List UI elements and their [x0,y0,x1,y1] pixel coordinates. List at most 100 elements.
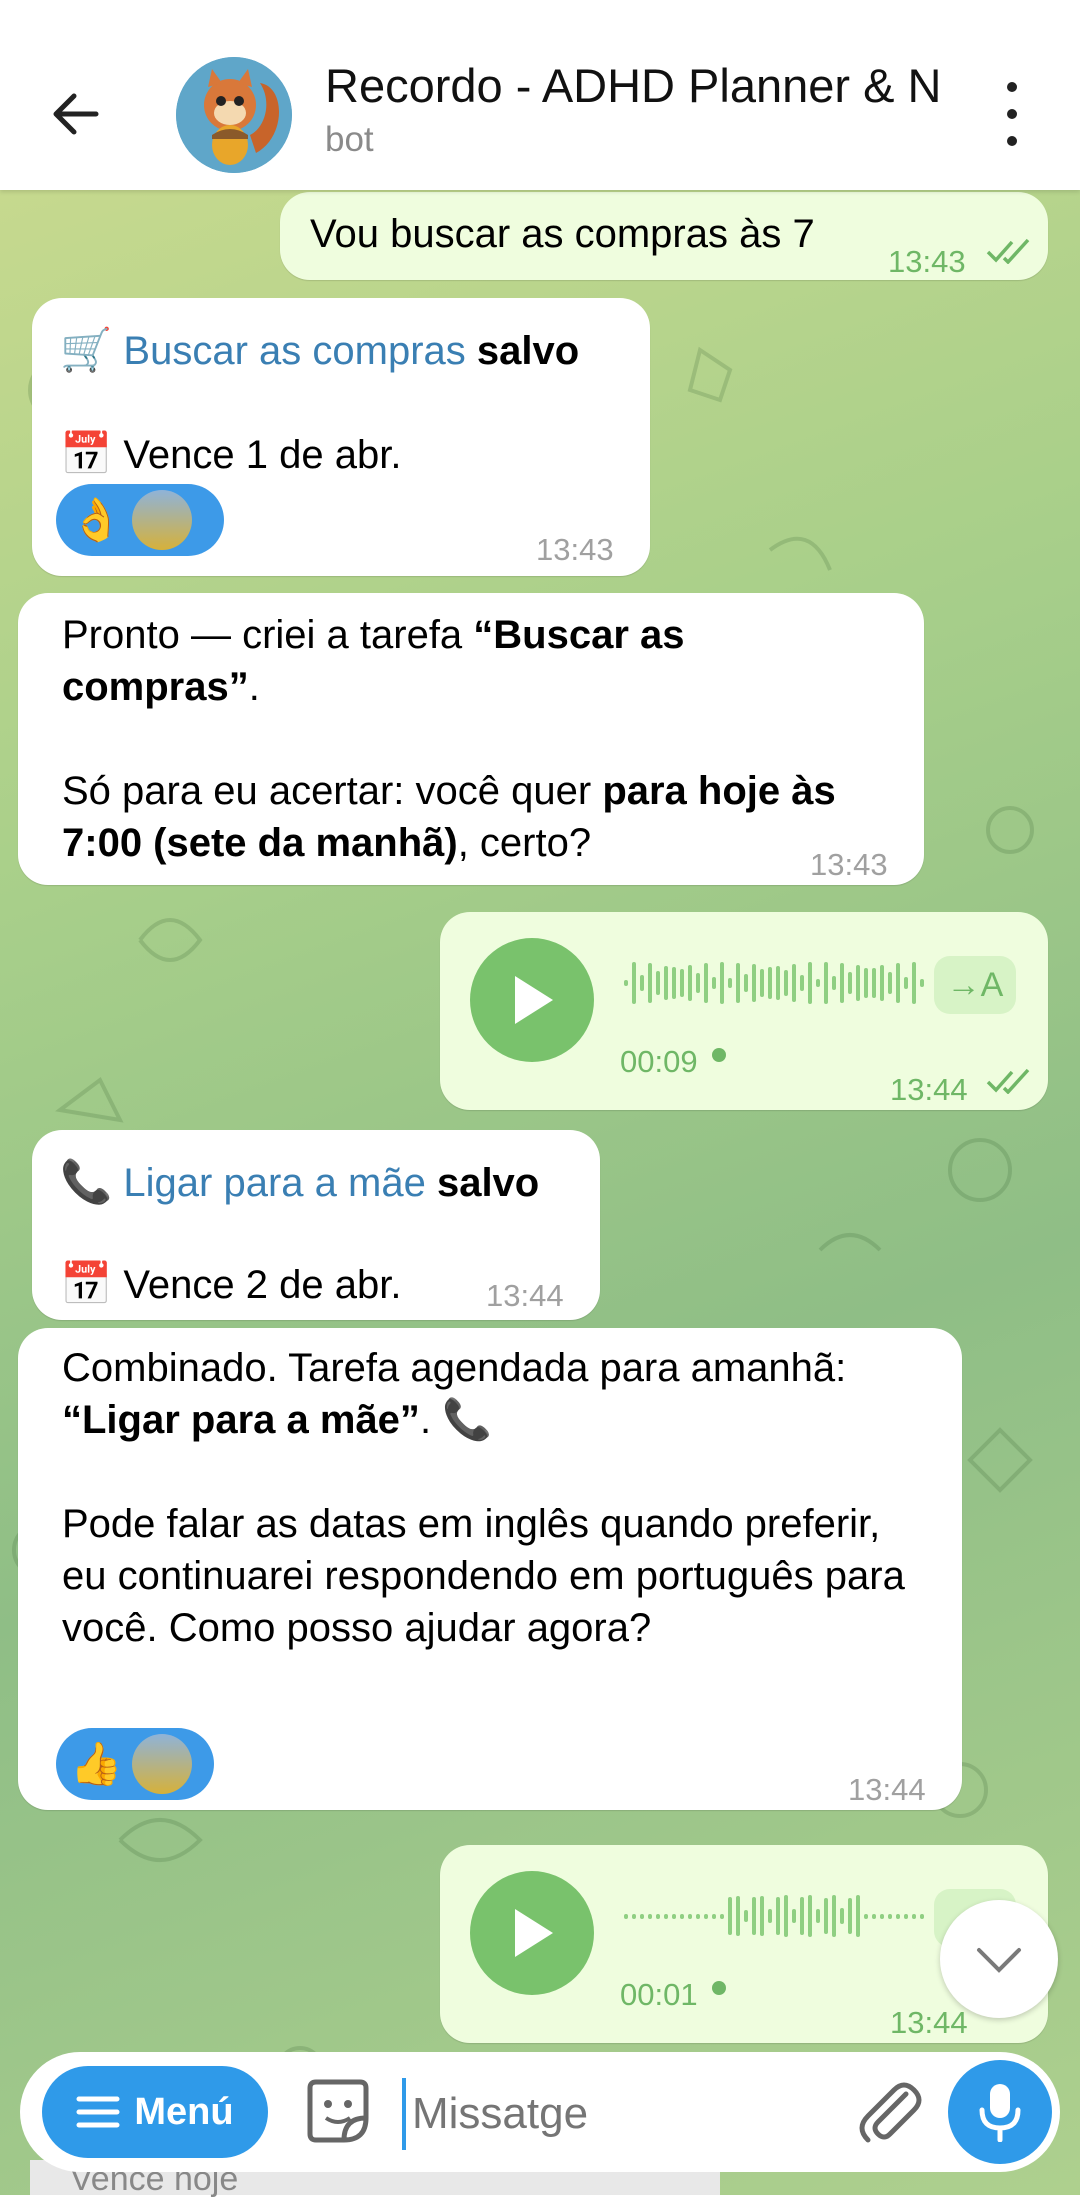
waveform-bar [632,962,636,1004]
message-text: . 📞 [419,1398,492,1442]
waveform-bar [656,1913,660,1919]
waveform-bar [832,976,836,990]
waveform-bar [632,1913,636,1919]
waveform-bar [872,968,876,998]
waveform-bar [664,965,668,1001]
waveform-bar [736,962,740,1004]
waveform-bar [672,967,676,999]
phone-icon: 📞 [60,1158,113,1205]
waveform-bar [680,968,684,998]
scroll-down-button[interactable] [940,1900,1058,2018]
message-text: Pronto — criei a tarefa [62,613,474,657]
waveform-bar [624,1913,628,1919]
reaction-chip[interactable]: 👌 [56,484,224,556]
waveform-bar [656,971,660,995]
waveform-bar [920,1913,924,1919]
message-task-saved[interactable]: 🛒 Buscar as compras salvo 📅 Vence 1 de a… [32,298,650,576]
waveform[interactable] [624,1891,924,1941]
waveform-bar [728,978,732,988]
waveform-bar [704,962,708,1004]
waveform-bar [912,962,916,1004]
waveform-bar [856,1895,860,1937]
message-incoming[interactable]: Combinado. Tarefa agendada para amanhã: … [18,1328,962,1810]
more-vertical-icon [1007,82,1017,92]
waveform-bar [752,964,756,1002]
task-link[interactable]: Ligar para a mãe [123,1161,425,1205]
play-icon [515,1909,553,1957]
due-date: Vence 2 de abr. [123,1263,402,1307]
more-options-button[interactable] [990,82,1034,146]
waveform-bar [824,1897,828,1935]
unplayed-dot [712,1048,726,1062]
voice-message[interactable]: →A 00:09 13:44 [440,912,1048,1110]
chat-area[interactable]: Vou buscar as compras às 7 13:43 🛒 Busca… [0,190,1080,2195]
waveform-bar [736,1895,740,1937]
ok-hand-reaction: 👌 [70,496,123,543]
chat-title[interactable]: Recordo - ADHD Planner & N [325,58,945,113]
waveform-bar [888,1913,892,1919]
message-text: , certo? [457,821,592,865]
saved-label: salvo [476,329,580,373]
waveform-bar [696,972,700,994]
message-composer: Menú [20,2052,1060,2172]
message-input[interactable] [402,2078,844,2150]
voice-duration: 00:01 [620,1977,698,2012]
waveform-bar [800,1897,804,1935]
due-line: 📅 Vence 1 de abr. [60,428,401,481]
waveform-bar [896,1913,900,1919]
waveform-bar [896,962,900,1004]
waveform-bar [712,1913,716,1919]
waveform-bar [704,1913,708,1919]
task-line: 📞 Ligar para a mãe salvo [60,1156,539,1209]
waveform-bar [888,972,892,994]
message-paragraph: Pronto — criei a tarefa “Buscar as compr… [62,609,892,713]
voice-record-button[interactable] [948,2060,1052,2164]
waveform-bar [768,1909,772,1923]
waveform-bar [776,966,780,1000]
arrow-left-icon [53,93,99,135]
task-link[interactable]: Buscar as compras [123,329,465,373]
message-outgoing[interactable]: Vou buscar as compras às 7 13:43 [280,192,1048,280]
waveform-bar [640,1913,644,1919]
waveform-bar [832,1895,836,1937]
transcribe-button[interactable]: →A [934,956,1016,1014]
sticker-button[interactable] [300,2074,376,2150]
chevron-down-icon [977,1948,1021,1973]
reactor-avatar [132,1734,193,1794]
play-button[interactable] [470,1871,594,1995]
chat-subtitle: bot [325,120,374,159]
waveform[interactable] [624,958,924,1008]
back-button[interactable] [40,72,110,156]
waveform-bar [784,1895,788,1937]
attach-button[interactable] [850,2074,926,2150]
waveform-bar [792,963,796,1003]
waveform-bar [696,1913,700,1919]
bot-menu-button[interactable]: Menú [42,2066,268,2158]
message-paragraph: Combinado. Tarefa agendada para amanhã: … [62,1342,942,1446]
waveform-bar [920,978,924,988]
task-line: 🛒 Buscar as compras salvo [60,324,579,377]
waveform-bar [904,976,908,990]
message-incoming[interactable]: Pronto — criei a tarefa “Buscar as compr… [18,593,924,885]
play-button[interactable] [470,938,594,1062]
menu-label: Menú [134,2090,234,2133]
waveform-bar [648,963,652,1003]
more-dot [1007,109,1017,119]
message-task-saved[interactable]: 📞 Ligar para a mãe salvo 📅 Vence 2 de ab… [32,1130,600,1320]
saved-label: salvo [436,1161,540,1205]
bot-avatar[interactable] [176,57,292,173]
message-time: 13:44 [890,2005,968,2040]
waveform-bar [880,964,884,1002]
voice-duration: 00:09 [620,1044,698,1079]
waveform-bar [648,1913,652,1919]
waveform-bar [904,1913,908,1919]
read-checks-icon [986,238,1030,264]
message-paragraph: Pode falar as datas em inglês quando pre… [62,1502,905,1650]
more-dot [1007,136,1017,146]
reaction-chip[interactable]: 👍 [56,1728,214,1800]
waveform-bar [720,1913,724,1919]
waveform-bar [856,965,860,1001]
unplayed-dot [712,1981,726,1995]
message-text: . [248,665,260,709]
thumbs-up-reaction: 👍 [70,1740,123,1787]
